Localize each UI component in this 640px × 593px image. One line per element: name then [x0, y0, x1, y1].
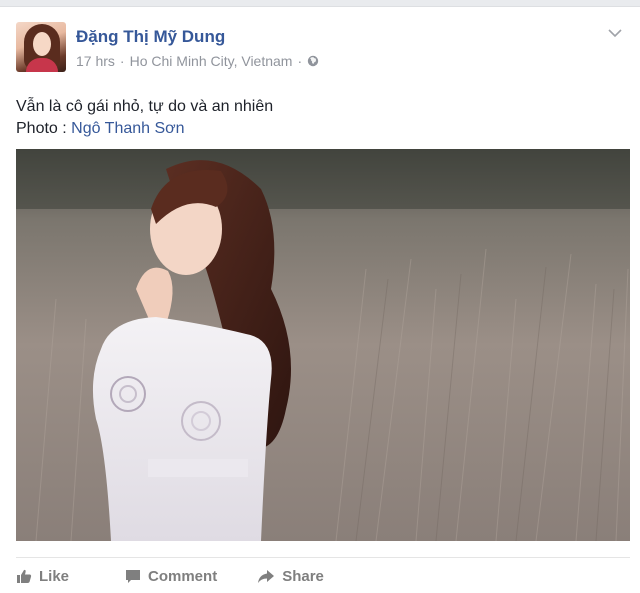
- photographer-link[interactable]: Ngô Thanh Sơn: [71, 120, 184, 137]
- meta-separator: ·: [297, 53, 303, 69]
- post-meta: 17 hrs · Ho Chi Minh City, Vietnam ·: [76, 53, 319, 69]
- share-label: Share: [282, 567, 324, 585]
- globe-icon[interactable]: [307, 55, 319, 67]
- meta-separator: ·: [119, 53, 125, 69]
- post-time[interactable]: 17 hrs: [76, 53, 115, 69]
- thumbs-up-icon: [17, 569, 32, 583]
- like-button[interactable]: Like: [16, 568, 69, 585]
- post-header: Đặng Thị Mỹ Dung 17 hrs · Ho Chi Minh Ci…: [16, 22, 624, 80]
- chevron-down-icon[interactable]: [608, 28, 622, 38]
- share-arrow-icon: [258, 569, 275, 583]
- photo-credit: Photo : Ngô Thanh Sơn: [16, 118, 273, 140]
- photo-credit-prefix: Photo :: [16, 120, 72, 137]
- post-message: Vẫn là cô gái nhỏ, tự do và an nhiên Pho…: [16, 96, 273, 140]
- message-line: Vẫn là cô gái nhỏ, tự do và an nhiên: [16, 98, 274, 115]
- post-actions: Like Comment Share: [16, 563, 324, 589]
- actions-divider: [16, 557, 630, 558]
- like-label: Like: [39, 567, 70, 585]
- photo-illustration: [16, 149, 630, 541]
- author-name[interactable]: Đặng Thị Mỹ Dung: [76, 27, 225, 47]
- post-card: Đặng Thị Mỹ Dung 17 hrs · Ho Chi Minh Ci…: [0, 6, 640, 593]
- comment-button[interactable]: Comment: [125, 568, 217, 585]
- share-button[interactable]: Share: [257, 568, 324, 585]
- comment-label: Comment: [148, 567, 218, 585]
- post-photo[interactable]: [16, 149, 630, 541]
- author-avatar[interactable]: [16, 22, 66, 72]
- avatar-face-shape: [33, 32, 51, 56]
- speech-bubble-icon: [126, 569, 141, 583]
- post-location[interactable]: Ho Chi Minh City, Vietnam: [130, 53, 293, 69]
